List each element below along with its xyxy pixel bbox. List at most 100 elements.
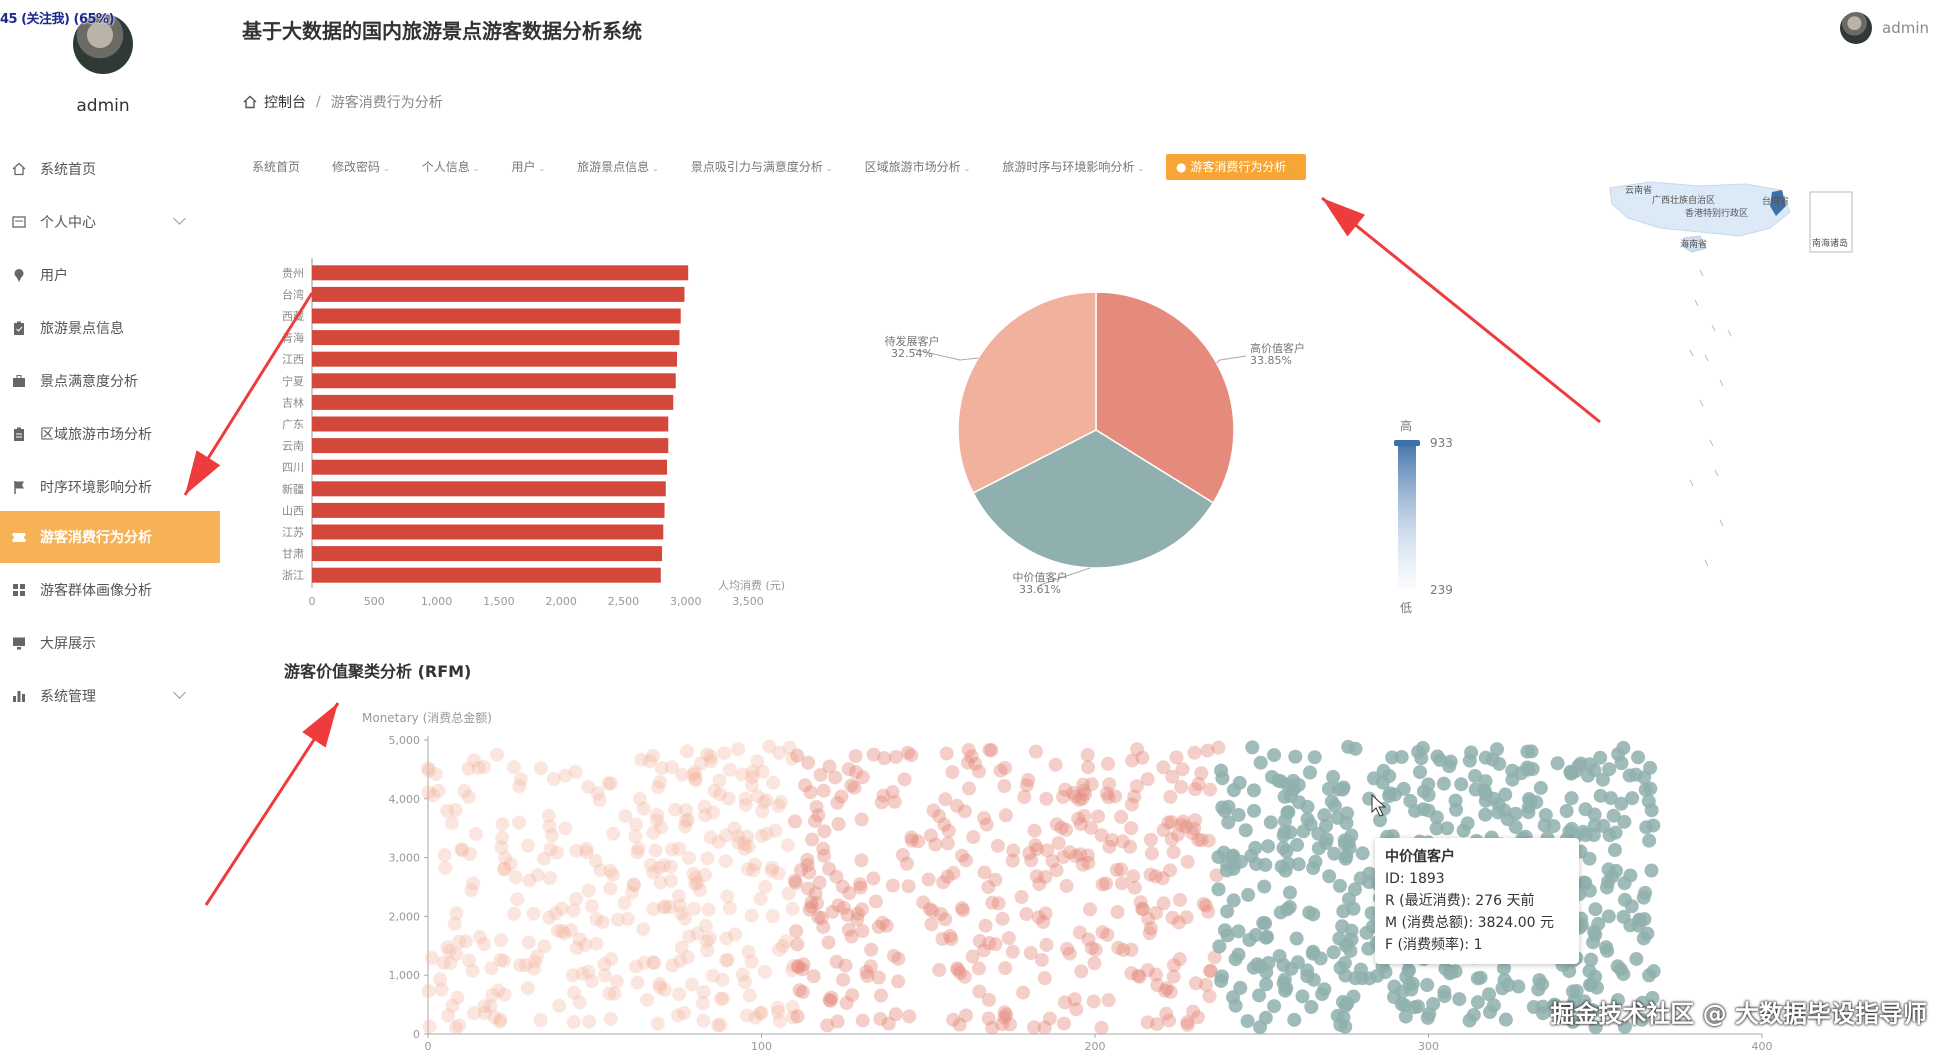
scatter-point (1180, 854, 1195, 869)
scatter-point (1083, 902, 1098, 917)
scatter-point (946, 1012, 961, 1027)
scatter-point (720, 889, 735, 904)
scatter-point (650, 807, 665, 822)
bar-category-label: 浙江 (282, 569, 304, 582)
scatter-point (859, 964, 874, 979)
scatter-point (1019, 907, 1034, 922)
scatter-point (646, 901, 661, 916)
scatter-point (1410, 999, 1425, 1014)
scatter-point (1202, 989, 1217, 1004)
scatter-point (543, 842, 558, 857)
scatter-point (533, 761, 548, 776)
scatter-point (1150, 1017, 1165, 1032)
scatter-point (1498, 1012, 1513, 1027)
scatter-point (609, 974, 624, 989)
map-island (1704, 354, 1709, 362)
scatter-point (722, 901, 737, 916)
scatter-point (901, 879, 916, 894)
scatter-point (1326, 769, 1341, 784)
scatter-point (464, 883, 479, 898)
scatter-point (606, 826, 621, 841)
scatter-point (522, 873, 537, 888)
scatter-point (836, 972, 851, 987)
scatter-point (1276, 958, 1291, 973)
scatter-point (1404, 982, 1419, 997)
scatter-point (1292, 795, 1307, 810)
scatter-point (771, 798, 786, 813)
scatter-point (1039, 937, 1054, 952)
scatter-point (1366, 771, 1381, 786)
scatter-point (1245, 740, 1260, 755)
scatter-point (1347, 882, 1362, 897)
scatter-point (757, 964, 772, 979)
scatter-point (1330, 810, 1345, 825)
scatter-point (1056, 850, 1071, 865)
scatter-point (1355, 846, 1370, 861)
scatter-point (830, 795, 845, 810)
scatter-point (1609, 863, 1624, 878)
scatter-point (493, 952, 508, 967)
scatter-point (1444, 965, 1459, 980)
scatter-point (866, 871, 881, 886)
scatter-point (1028, 744, 1043, 759)
scatter-point (1646, 964, 1661, 979)
scatter-point (1259, 965, 1274, 980)
bar-x-axis-label: 人均消费 (元) (718, 578, 785, 592)
scatter-point (1622, 768, 1637, 783)
scatter-point (1306, 907, 1321, 922)
scatter-point (1029, 869, 1044, 884)
scatter-point (1039, 791, 1054, 806)
scatter-point (800, 881, 815, 896)
scatter-point (735, 767, 750, 782)
scatter-point (521, 838, 536, 853)
scatter-point (584, 899, 599, 914)
scatter-point (754, 828, 769, 843)
scatter-point (1228, 998, 1243, 1013)
scatter-point (768, 823, 783, 838)
scatter-point (1203, 782, 1218, 797)
scatter-point (1523, 793, 1538, 808)
scatter-point (790, 748, 805, 763)
scatter-point (997, 779, 1012, 794)
scatter-point (798, 778, 813, 793)
scatter-point (981, 880, 996, 895)
scatter-point (1291, 777, 1306, 792)
scatter-point (1124, 821, 1139, 836)
bar (312, 416, 669, 432)
scatter-point (618, 809, 633, 824)
scatter-point (1080, 747, 1095, 762)
scatter-point (899, 856, 914, 871)
scatter-point (520, 981, 535, 996)
scatter-point (1588, 969, 1603, 984)
scatter-point (1613, 962, 1628, 977)
scatter-point (521, 935, 536, 950)
tooltip-line: R (最近消费): 276 天前 (1385, 893, 1535, 909)
scatter-point (652, 976, 667, 991)
scatter-point (672, 987, 687, 1002)
scatter-point (978, 918, 993, 933)
scatter-point (985, 895, 1000, 910)
scatter-point (990, 838, 1005, 853)
scatter-point (1602, 762, 1617, 777)
scatter-point (962, 781, 977, 796)
map-label: 台湾省 (1762, 195, 1789, 207)
scatter-point (1495, 981, 1510, 996)
scatter-point (493, 933, 508, 948)
scatter-point (548, 906, 563, 921)
map-island (1694, 299, 1699, 307)
scatter-point (1091, 809, 1106, 824)
scatter-point (1593, 788, 1608, 803)
scatter-point (1077, 808, 1092, 823)
visual-map-low-label: 低 (1400, 601, 1412, 615)
scatter-point (911, 834, 926, 849)
scatter-point (654, 760, 669, 775)
scatter-point (490, 747, 505, 762)
scatter-point (1246, 960, 1261, 975)
scatter-point (1616, 740, 1631, 755)
map-island (1689, 479, 1694, 487)
scatter-point (1264, 769, 1279, 784)
bar-x-tick-label: 3,500 (732, 595, 764, 608)
scatter-point (452, 1018, 467, 1033)
scatter-point (1248, 840, 1263, 855)
scatter-point (438, 860, 453, 875)
